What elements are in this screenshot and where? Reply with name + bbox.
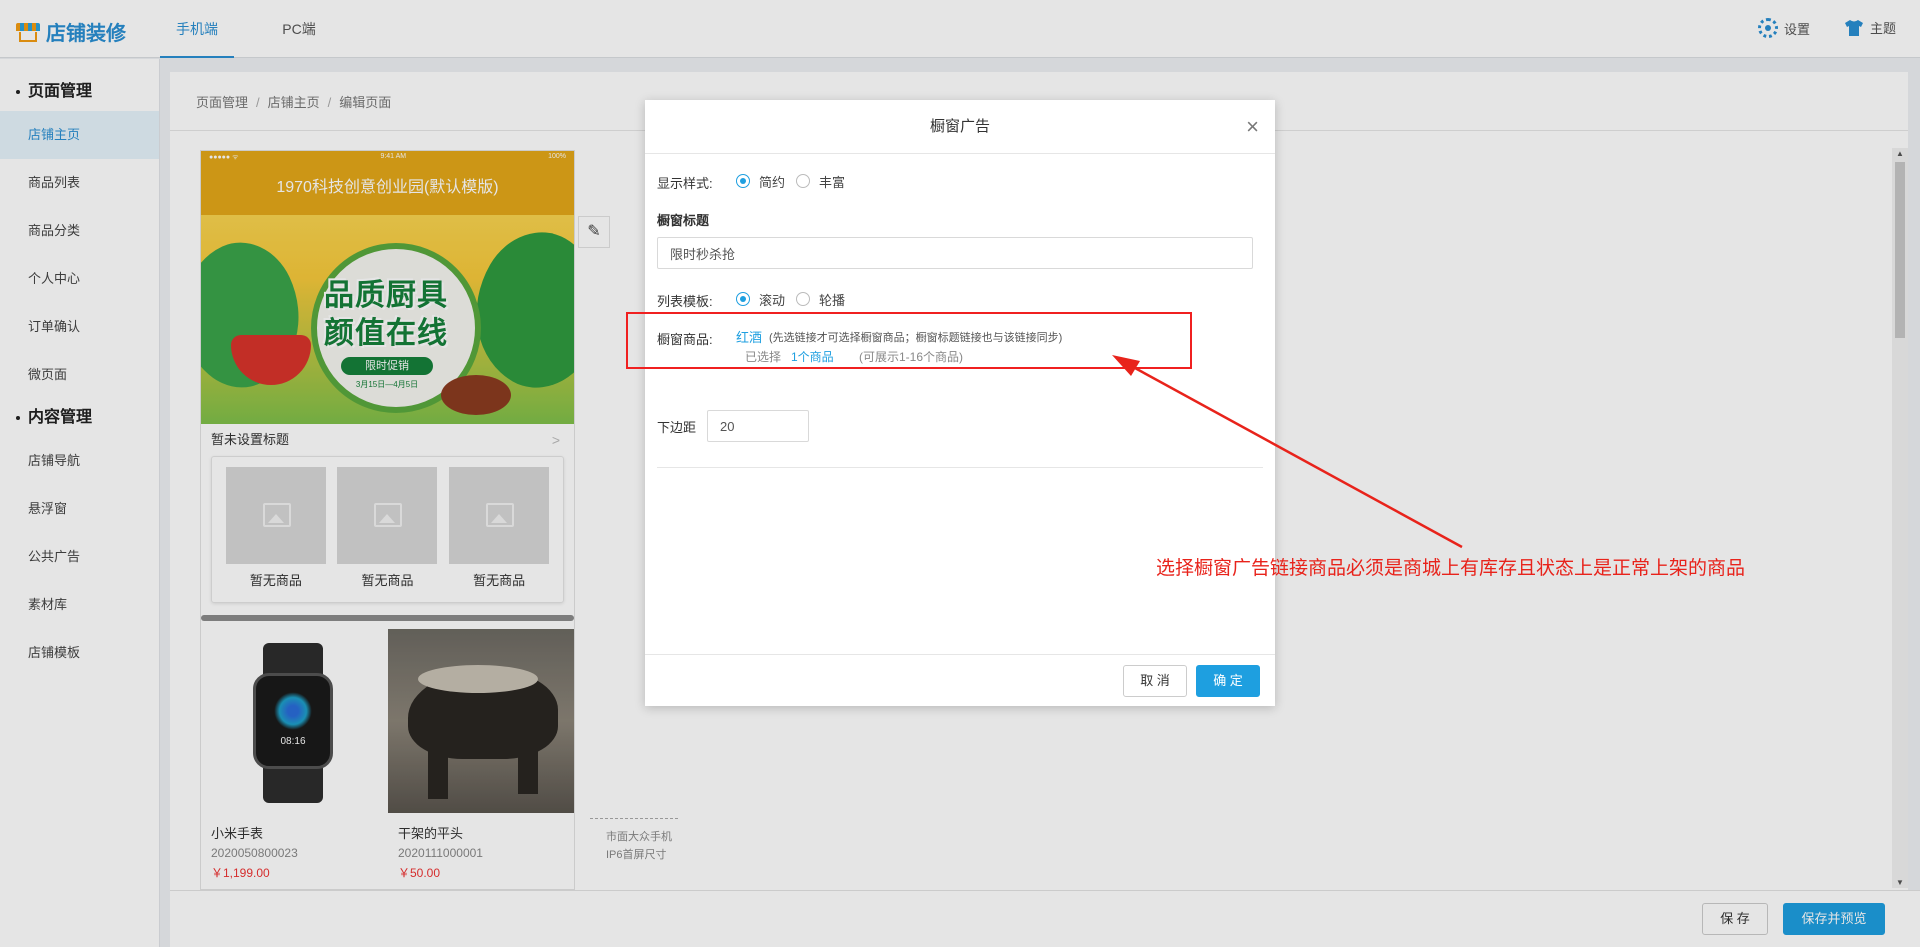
list-template-label: 列表模板: bbox=[657, 291, 713, 310]
window-title-input[interactable] bbox=[657, 237, 1253, 269]
radio-carousel[interactable] bbox=[796, 292, 810, 306]
radio-rich[interactable] bbox=[796, 174, 810, 188]
cancel-button[interactable]: 取 消 bbox=[1123, 665, 1187, 697]
radio-carousel-label[interactable]: 轮播 bbox=[819, 290, 845, 309]
radio-rich-label[interactable]: 丰富 bbox=[819, 172, 845, 191]
window-title-label: 橱窗标题 bbox=[657, 210, 709, 229]
window-ad-dialog: 橱窗广告 × 显示样式: 简约 丰富 橱窗标题 列表模板: 滚动 轮播 橱窗商品… bbox=[645, 100, 1275, 706]
close-icon[interactable]: × bbox=[1246, 100, 1259, 154]
dialog-header: 橱窗广告 × bbox=[645, 100, 1275, 154]
radio-simple-label[interactable]: 简约 bbox=[759, 172, 785, 191]
confirm-button[interactable]: 确 定 bbox=[1196, 665, 1260, 697]
dialog-footer: 取 消 确 定 bbox=[645, 654, 1275, 706]
bottom-margin-input[interactable] bbox=[707, 410, 809, 442]
radio-scroll-label[interactable]: 滚动 bbox=[759, 290, 785, 309]
bottom-margin-label: 下边距 bbox=[657, 417, 696, 436]
radio-simple[interactable] bbox=[736, 174, 750, 188]
display-style-label: 显示样式: bbox=[657, 173, 713, 192]
radio-scroll[interactable] bbox=[736, 292, 750, 306]
highlight-box bbox=[626, 312, 1192, 369]
divider bbox=[657, 467, 1263, 468]
dialog-title: 橱窗广告 bbox=[930, 118, 990, 135]
annotation-text: 选择橱窗广告链接商品必须是商城上有库存且状态上是正常上架的商品 bbox=[1156, 553, 1745, 580]
